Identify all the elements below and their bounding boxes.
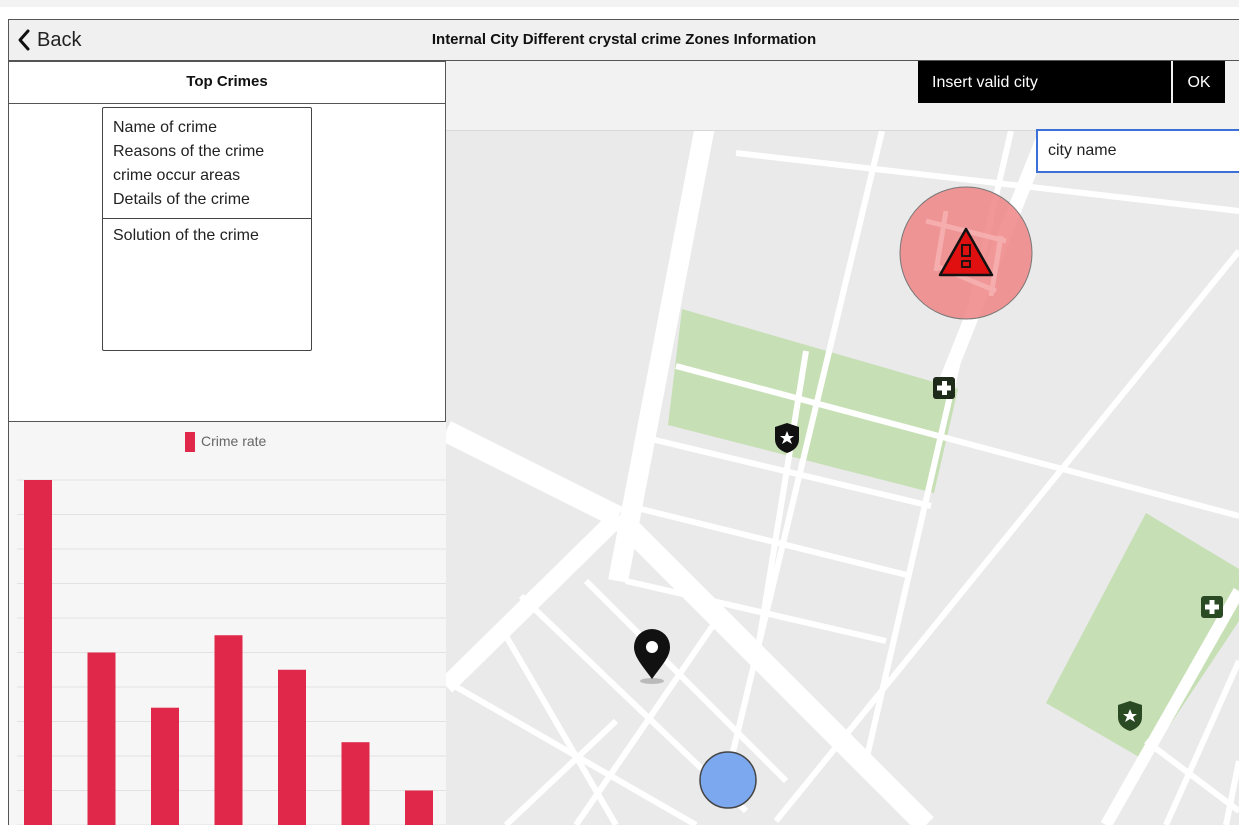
crime-rate-chart: Crime rate	[9, 422, 446, 825]
map-canvas	[446, 61, 1239, 825]
ok-button[interactable]: OK	[1173, 61, 1225, 103]
crime-rate-bar	[151, 707, 179, 825]
page-title: Internal City Different crystal crime Zo…	[431, 31, 817, 48]
crime-rate-chart-svg: Crime rate	[17, 432, 446, 825]
crime-detail-reasons: Reasons of the crime	[113, 143, 265, 160]
window-top-strip	[0, 0, 1239, 7]
crime-rate-bar	[87, 652, 116, 825]
city-name-input[interactable]	[1036, 129, 1239, 173]
top-crimes-panel: Top Crimes Name of crime Reasons of the …	[8, 61, 446, 825]
legend-label: Crime rate	[201, 433, 267, 449]
legend-swatch	[185, 432, 195, 452]
crime-detail-details: Details of the crime	[113, 191, 250, 208]
crime-rate-bar	[278, 669, 306, 825]
crime-detail-areas: crime occur areas	[113, 167, 241, 184]
crime-details-list: Name of crime Reasons of the crime crime…	[103, 108, 311, 210]
hospital-icon[interactable]	[1201, 596, 1223, 618]
crime-detail-name: Name of crime	[113, 119, 218, 136]
insert-city-label: Insert valid city	[918, 61, 1171, 103]
crime-solution: Solution of the crime	[113, 227, 259, 244]
crime-rate-bar	[405, 790, 433, 825]
city-map[interactable]: Insert valid city OK	[446, 61, 1239, 825]
crime-info-box: Name of crime Reasons of the crime crime…	[102, 107, 312, 351]
crime-rate-bar	[24, 480, 52, 825]
top-crimes-title: Top Crimes	[9, 61, 446, 104]
hospital-icon[interactable]	[933, 377, 955, 399]
current-location-icon[interactable]	[699, 751, 757, 809]
crime-rate-bar	[214, 635, 243, 825]
title-bar: Back Internal City Different crystal cri…	[8, 19, 1239, 61]
crime-rate-bar	[341, 742, 370, 825]
